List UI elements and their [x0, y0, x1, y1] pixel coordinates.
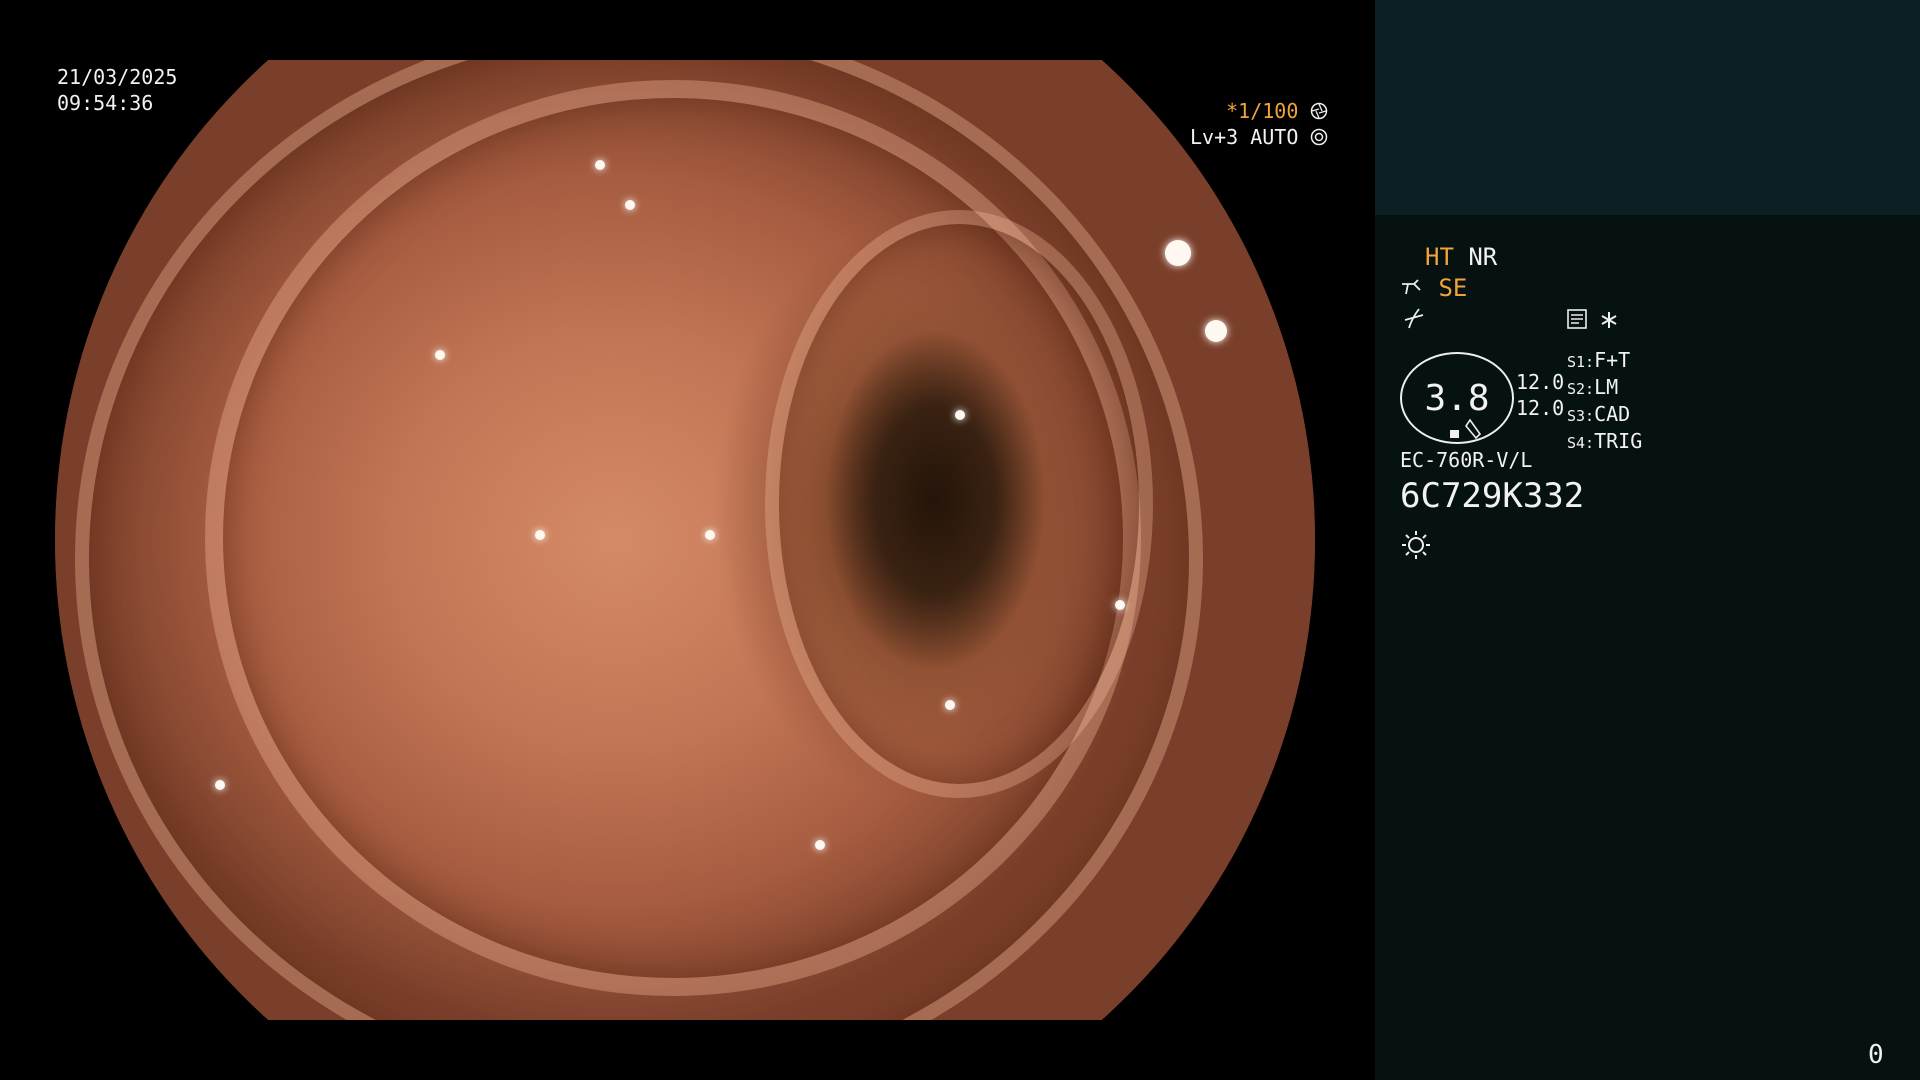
switch-s2-key: S2:: [1567, 380, 1595, 398]
sun-icon: [1402, 531, 1430, 559]
side-value-top: 12.0: [1516, 370, 1565, 394]
exposure-readout: *1/100 Lv+3 AUTO: [1190, 98, 1328, 150]
info-panel: [1375, 215, 1920, 1080]
date-text: 21/03/2025: [57, 65, 178, 89]
zoom-value: 3.8: [1424, 377, 1490, 419]
shutter-speed: *1/100: [1226, 99, 1299, 123]
ht-label: HT: [1425, 243, 1454, 271]
specular-highlight: [705, 530, 715, 540]
endoscope-image: [55, 60, 1315, 1020]
switch-s4-key: S4:: [1567, 434, 1595, 452]
specular-highlight: [815, 840, 825, 850]
side-value-bottom: 12.0: [1516, 396, 1565, 420]
se-label: SE: [1438, 274, 1468, 302]
magnifier-mark-icon: [1450, 418, 1482, 440]
specular-highlight: [955, 410, 965, 420]
se-row: SE: [1400, 274, 1467, 302]
ht-nr-row: HT NR: [1425, 243, 1497, 271]
specular-highlight: [945, 700, 955, 710]
aperture-icon: [1311, 102, 1328, 120]
switch-s4: S4:TRIG: [1567, 429, 1642, 456]
side-values: 12.0 12.0: [1516, 369, 1564, 421]
specular-highlight: [1115, 600, 1125, 610]
switch-s4-value: TRIG: [1594, 429, 1643, 453]
specular-highlight: [625, 200, 635, 210]
switch-s1: S1:F+T: [1567, 348, 1642, 375]
switch-s2-value: LM: [1594, 375, 1619, 399]
date-time: 21/03/2025 09:54:36: [57, 64, 177, 116]
slash-curve-icon: [1404, 308, 1424, 329]
light-level: Lv+3: [1190, 125, 1239, 149]
specular-highlight: [595, 160, 605, 170]
scope-tip-icon: [1402, 279, 1421, 295]
switch-s2: S2:LM: [1567, 375, 1642, 402]
switch-s1-key: S1:: [1567, 353, 1595, 371]
nr-label: NR: [1468, 243, 1498, 271]
scope-model: EC-760R-V/L: [1400, 448, 1533, 472]
exposure-mode: AUTO: [1250, 125, 1299, 149]
iris-icon: [1311, 128, 1328, 146]
specular-highlight: [1205, 320, 1227, 342]
switch-s1-value: F+T: [1594, 348, 1631, 372]
switch-s3: S3:CAD: [1567, 402, 1642, 429]
document-icon: [1567, 309, 1587, 329]
switch-s3-key: S3:: [1567, 407, 1595, 425]
time-text: 09:54:36: [57, 91, 154, 115]
asterisk-icon: [1601, 312, 1617, 328]
switch-s3-value: CAD: [1594, 402, 1631, 426]
lumen-rim: [765, 210, 1153, 798]
endoscopic-view: 21/03/2025 09:54:36 *1/100 Lv+3 AUTO: [0, 0, 1375, 1080]
specular-highlight: [1165, 240, 1191, 266]
specular-highlight: [215, 780, 225, 790]
scope-serial: 6C729K332: [1400, 476, 1585, 516]
switch-list: S1:F+T S2:LM S3:CAD S4:TRIG: [1567, 348, 1642, 456]
specular-highlight: [435, 350, 445, 360]
info-panel-header: [1375, 0, 1920, 215]
frame-counter: 0: [1868, 1040, 1884, 1070]
specular-highlight: [535, 530, 545, 540]
